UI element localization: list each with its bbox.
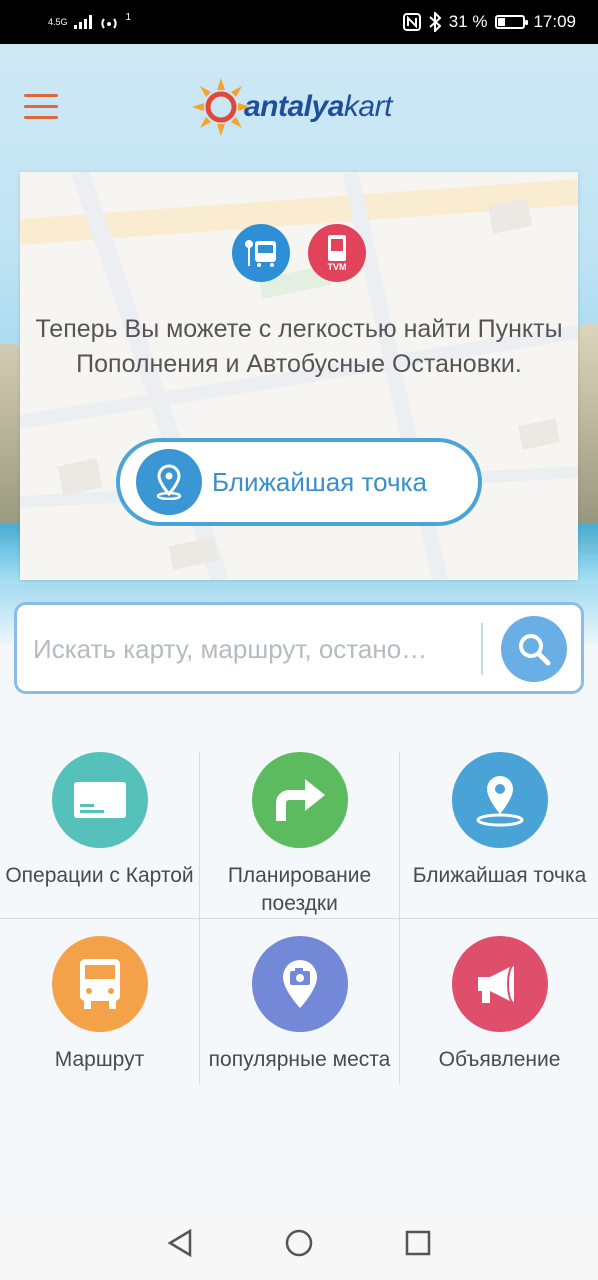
- search-divider: [481, 623, 483, 675]
- card-icon: [51, 752, 148, 848]
- nearest-point-label: Ближайшая точка: [212, 466, 427, 497]
- info-card: TVM Теперь Вы можете с легкостью найти П…: [20, 172, 578, 580]
- search-input[interactable]: [33, 625, 473, 673]
- search-icon: [519, 634, 551, 666]
- menu-route[interactable]: Маршрут: [0, 936, 199, 1074]
- menu-label: Маршрут: [54, 1048, 145, 1071]
- system-nav-bar: [0, 1210, 598, 1280]
- back-icon[interactable]: [166, 1228, 194, 1263]
- menu-label: популярные места: [208, 1048, 391, 1071]
- status-bar: 4.5G 1 31 % 17:09: [0, 0, 598, 44]
- app-header: antalyakart: [0, 44, 598, 164]
- status-right: 31 % 17:09: [402, 12, 576, 32]
- app-logo: antalyakart: [190, 72, 392, 142]
- bus-stop-icon: [232, 224, 290, 282]
- camera-pin-icon: [251, 936, 348, 1032]
- nearest-point-button[interactable]: Ближайшая точка: [116, 438, 482, 526]
- menu-popular-places[interactable]: популярные места: [200, 936, 399, 1088]
- menu-trip-planning[interactable]: Планирование поездки: [200, 752, 399, 918]
- location-pin-icon: [136, 449, 202, 515]
- network-type: 4.5G: [48, 17, 68, 27]
- hotspot-count: 1: [125, 11, 132, 23]
- logo-text: antalyakart: [244, 90, 392, 123]
- megaphone-icon: [451, 936, 548, 1032]
- menu-card-operations[interactable]: Операции с Картой: [0, 752, 199, 890]
- menu-nearest-point[interactable]: Ближайшая точка: [400, 752, 598, 890]
- turn-right-arrow-icon: [251, 752, 348, 848]
- bluetooth-icon: [429, 12, 441, 32]
- menu-label: Планирование поездки: [227, 864, 372, 915]
- search-button[interactable]: [501, 616, 567, 682]
- status-left: 4.5G 1: [48, 11, 132, 31]
- svg-text:TVM: TVM: [328, 262, 347, 272]
- menu-label: Объявление: [438, 1048, 561, 1071]
- battery-icon: [495, 15, 529, 29]
- menu-label: Ближайшая точка: [412, 864, 587, 887]
- bus-icon: [51, 936, 148, 1032]
- nfc-icon: [402, 13, 421, 31]
- menu-label: Операции с Картой: [5, 864, 194, 887]
- tvm-icon: TVM: [308, 224, 366, 282]
- battery-percent: 31 %: [448, 12, 488, 31]
- sun-logo-icon: [192, 78, 250, 136]
- clock: 17:09: [533, 12, 576, 31]
- hotspot-icon: [100, 18, 117, 29]
- menu-announcement[interactable]: Объявление: [400, 936, 598, 1074]
- location-pin-icon: [451, 752, 548, 848]
- home-icon[interactable]: [284, 1228, 314, 1263]
- menu-icon[interactable]: [24, 94, 58, 120]
- search-bar: [14, 602, 584, 694]
- recents-icon[interactable]: [404, 1229, 432, 1262]
- card-icons: TVM: [20, 224, 578, 282]
- signal-icon: [73, 15, 92, 29]
- info-message: Теперь Вы можете с легкостью найти Пункт…: [35, 315, 563, 378]
